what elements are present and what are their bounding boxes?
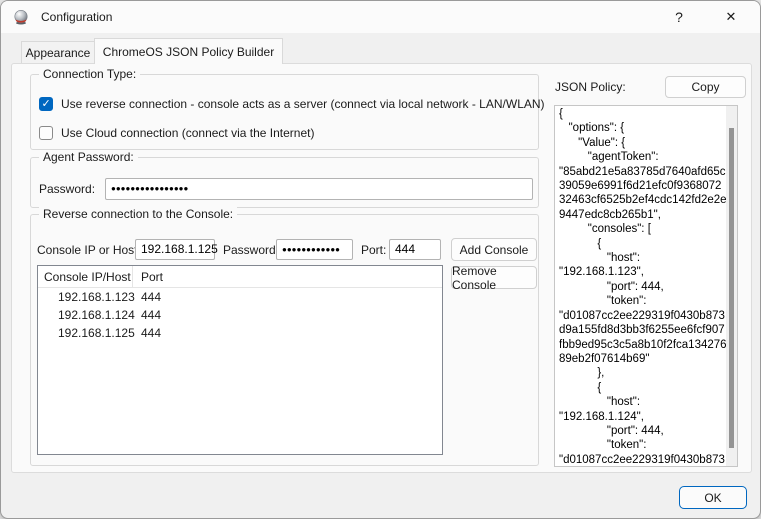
app-icon	[13, 9, 29, 25]
close-icon[interactable]: ✕	[710, 1, 752, 33]
column-header-port[interactable]: Port	[133, 270, 163, 284]
copy-button[interactable]: Copy	[665, 76, 746, 98]
console-list-header: Console IP/Host Port	[38, 266, 442, 288]
agent-password-group-label: Agent Password:	[39, 150, 138, 164]
table-cell: 192.168.1.123	[38, 290, 133, 304]
checkbox-unchecked-icon[interactable]	[39, 126, 53, 140]
reverse-connection-checkbox-label: Use reverse connection - console acts as…	[61, 97, 545, 111]
console-list[interactable]: Console IP/Host Port 192.168.1.123444192…	[37, 265, 443, 455]
cloud-connection-checkbox-label: Use Cloud connection (connect via the In…	[61, 126, 314, 140]
help-button[interactable]: ?	[658, 1, 700, 33]
agent-password-group: Agent Password: Password: ●●●●●●●●●●●●●●…	[30, 157, 539, 208]
add-console-button[interactable]: Add Console	[451, 238, 537, 261]
json-policy-content[interactable]: { "options": { "Value": { "agentToken": …	[555, 106, 726, 466]
tab-page-policy-builder: Connection Type: Use reverse connection …	[11, 63, 752, 473]
table-cell: 444	[133, 308, 161, 322]
table-row[interactable]: 192.168.1.125444	[38, 324, 442, 342]
console-password-field[interactable]: ●●●●●●●●●●●●	[276, 239, 353, 260]
json-scrollbar[interactable]	[726, 106, 737, 466]
title-bar[interactable]: Configuration ? ✕	[1, 1, 760, 33]
reverse-connection-group-label: Reverse connection to the Console:	[39, 207, 237, 221]
column-header-console-ip-host[interactable]: Console IP/Host	[38, 266, 133, 287]
cloud-connection-checkbox[interactable]: Use Cloud connection (connect via the In…	[39, 126, 314, 140]
console-password-label: Password:	[223, 243, 279, 257]
agent-password-label: Password:	[39, 182, 95, 196]
table-cell: 192.168.1.125	[38, 326, 133, 340]
table-cell: 192.168.1.124	[38, 308, 133, 322]
console-list-body: 192.168.1.123444192.168.1.124444192.168.…	[38, 288, 442, 342]
agent-password-field[interactable]: ●●●●●●●●●●●●●●●●	[105, 178, 533, 200]
reverse-connection-group: Reverse connection to the Console: Conso…	[30, 214, 539, 466]
table-row[interactable]: 192.168.1.123444	[38, 288, 442, 306]
json-scrollbar-thumb[interactable]	[729, 128, 734, 448]
connection-type-group: Connection Type: Use reverse connection …	[30, 74, 539, 150]
table-cell: 444	[133, 326, 161, 340]
configuration-dialog: Configuration ? ✕ Appearance ChromeOS JS…	[0, 0, 761, 519]
reverse-connection-checkbox[interactable]: Use reverse connection - console acts as…	[39, 97, 545, 111]
console-port-field[interactable]: 444	[389, 239, 441, 260]
connection-type-group-label: Connection Type:	[39, 67, 140, 81]
console-port-label: Port:	[361, 243, 386, 257]
table-row[interactable]: 192.168.1.124444	[38, 306, 442, 324]
tab-appearance[interactable]: Appearance	[21, 41, 95, 64]
remove-console-button[interactable]: Remove Console	[451, 266, 537, 289]
window-title: Configuration	[41, 10, 112, 24]
table-cell: 444	[133, 290, 161, 304]
json-policy-label: JSON Policy:	[555, 80, 626, 94]
ok-button[interactable]: OK	[679, 486, 747, 509]
console-host-field[interactable]: 192.168.1.125	[135, 239, 215, 260]
tab-chromeos-json-policy-builder[interactable]: ChromeOS JSON Policy Builder	[94, 38, 283, 64]
json-policy-textbox[interactable]: { "options": { "Value": { "agentToken": …	[554, 105, 738, 467]
console-host-label: Console IP or Host:	[37, 243, 141, 257]
checkbox-checked-icon[interactable]	[39, 97, 53, 111]
